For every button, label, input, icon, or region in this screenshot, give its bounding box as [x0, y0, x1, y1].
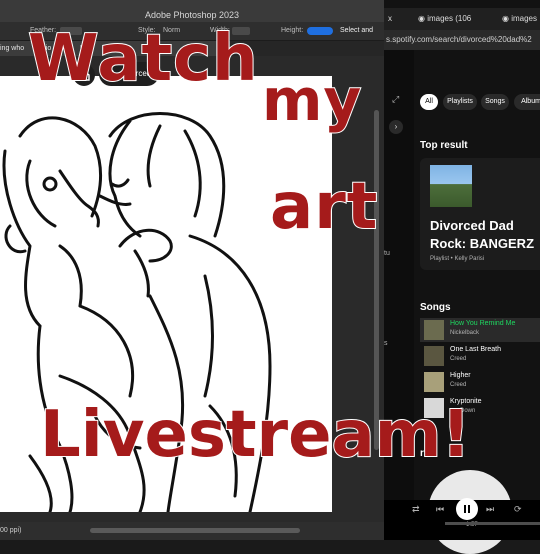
url-text: s.spotify.com/search/divorced%20dad%2: [386, 35, 532, 44]
top-result-title-2: Rock: BANGERZ: [430, 236, 535, 251]
pause-icon: [464, 505, 470, 513]
song-title: One Last Breath: [450, 346, 501, 353]
song-artist: Nickelback: [450, 330, 480, 336]
repeat-icon[interactable]: ⟳: [514, 504, 522, 515]
browser-tab-bar: x ◉ images (106 ✕ ◉ images: [384, 8, 540, 39]
top-result-heading: Top result: [420, 140, 468, 151]
song-artist: Creed: [450, 356, 467, 362]
next-icon[interactable]: ⏭: [486, 504, 494, 515]
song-cover: [424, 320, 444, 340]
overlay-watch: Watch: [27, 21, 259, 97]
photoshop-title: Adobe Photoshop 2023: [144, 10, 240, 20]
play-button[interactable]: [456, 498, 478, 520]
songs-heading: Songs: [420, 302, 451, 313]
filter-songs[interactable]: Songs: [481, 94, 509, 110]
filter-albums[interactable]: Album: [514, 94, 540, 110]
overlay-livestream: Livestream!: [39, 397, 472, 473]
top-result-image: [430, 165, 472, 207]
song-row[interactable]: One Last Breath Creed: [420, 344, 540, 368]
sidebar-fragment: tu: [384, 250, 390, 257]
top-result-title-1: Divorced Dad: [430, 218, 514, 233]
globe-icon: ◉: [502, 14, 512, 23]
height-label: Height:: [281, 27, 304, 34]
chevron-right-icon[interactable]: ›: [389, 120, 403, 134]
horizontal-scrollbar[interactable]: [90, 528, 300, 533]
top-result-subtitle: Playlist • Kelly Parisi: [430, 256, 485, 262]
document-tab-label: ing who: [0, 45, 25, 52]
swap-toggle[interactable]: [307, 27, 333, 35]
filter-all[interactable]: All: [420, 94, 438, 110]
overlay-my: my: [261, 65, 363, 135]
shuffle-icon[interactable]: ⇄: [412, 504, 420, 515]
song-title: How You Remind Me: [450, 320, 516, 327]
song-title: Higher: [450, 372, 471, 379]
browser-tab-images-2[interactable]: ◉ images: [502, 11, 540, 27]
filter-playlists[interactable]: Playlists: [443, 94, 477, 110]
song-artist: Creed: [450, 382, 467, 388]
sidebar-fragment: s: [384, 340, 388, 347]
close-tab-button[interactable]: x: [388, 11, 402, 27]
song-cover: [424, 346, 444, 366]
browser-tab-images-1[interactable]: ◉ images (106 ✕: [418, 11, 480, 39]
overlay-art: art: [269, 169, 379, 245]
globe-icon: ◉: [418, 14, 428, 23]
song-row[interactable]: How You Remind Me Nickelback: [420, 318, 540, 342]
song-row[interactable]: Higher Creed: [420, 370, 540, 394]
zoom-resolution-readout: 00 ppi): [0, 527, 22, 534]
browser-tab-label: images (106: [427, 14, 472, 23]
song-cover: [424, 372, 444, 392]
previous-icon[interactable]: ⏮: [436, 504, 444, 515]
progress-bar[interactable]: [445, 522, 540, 525]
browser-tab-label: images: [511, 14, 537, 23]
address-bar[interactable]: s.spotify.com/search/divorced%20dad%2: [384, 30, 540, 50]
expand-icon[interactable]: ⤢: [392, 94, 399, 105]
